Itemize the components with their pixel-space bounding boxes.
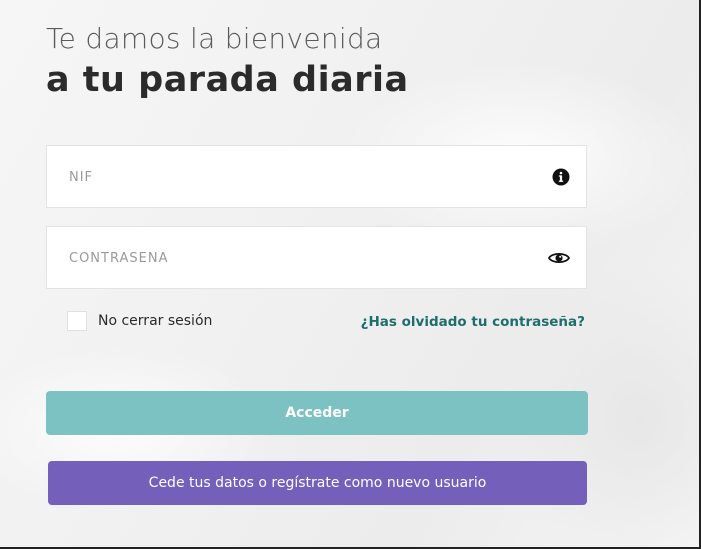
forgot-password-link[interactable]: ¿Has olvidado tu contraseña? — [361, 314, 585, 330]
remember-label: No cerrar sesión — [98, 313, 213, 329]
welcome-heading: Te damos la bienvenida — [46, 22, 383, 55]
register-button[interactable]: Cede tus datos o regístrate como nuevo u… — [48, 461, 587, 505]
login-button[interactable]: Acceder — [46, 391, 588, 435]
eye-icon[interactable] — [548, 250, 570, 266]
password-input[interactable] — [67, 227, 531, 290]
remember-session: No cerrar sesión — [67, 311, 212, 331]
info-icon[interactable] — [552, 168, 570, 186]
tagline-heading: a tu parada diaria — [46, 60, 409, 100]
nif-field-container — [46, 145, 587, 209]
remember-checkbox[interactable] — [67, 311, 87, 331]
password-field-container — [46, 226, 587, 290]
nif-input[interactable] — [67, 146, 531, 209]
